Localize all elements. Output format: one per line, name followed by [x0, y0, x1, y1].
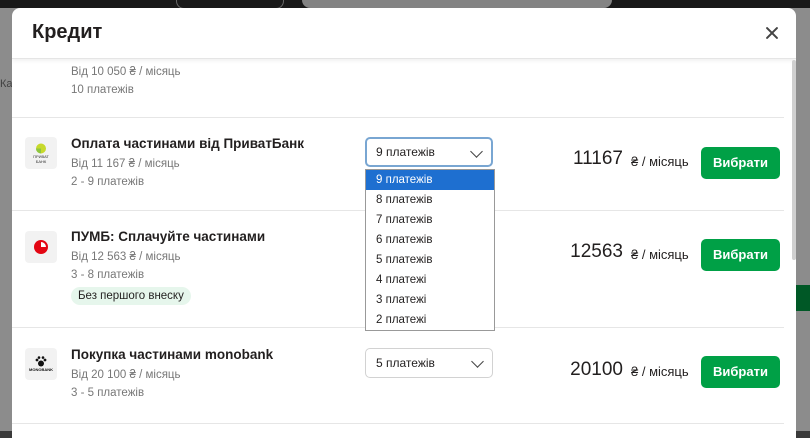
dropdown-option[interactable]: 5 платежів [366, 250, 494, 270]
modal-title: Кредит [32, 21, 103, 43]
offer-title: Покупка частинами monobank [71, 347, 274, 362]
offer-row: Від 10 050 ₴ / місяць 10 платежів [12, 59, 784, 118]
dropdown-option[interactable]: 6 платежів [366, 230, 494, 250]
offer-price-unit: ₴ / місяць [631, 154, 689, 169]
offer-title: Оплата частинами від ПриватБанк [71, 136, 305, 151]
offer-payments-range: 2 - 9 платежів [71, 176, 145, 188]
dropdown-option[interactable]: 3 платежі [366, 290, 494, 310]
payments-dropdown-list: 9 платежів 8 платежів 7 платежів 6 плате… [365, 169, 495, 331]
cat-paw-icon [35, 355, 47, 366]
privatbank-logo: ПРИВАТ БАНК [25, 137, 57, 169]
dropdown-option[interactable]: 9 платежів [366, 170, 494, 190]
offer-payments-range: 10 платежів [71, 84, 134, 96]
offer-title: ПУМБ: Сплачуйте частинами [71, 229, 266, 244]
offer-payments-range: 3 - 5 платежів [71, 387, 145, 399]
pumb-logo [25, 231, 57, 263]
chevron-down-icon [470, 145, 483, 158]
offer-from-text: Від 20 100 ₴ / місяць [71, 369, 181, 381]
payments-select[interactable]: 5 платежів [365, 348, 493, 378]
no-down-payment-badge: Без першого внеску [71, 287, 191, 305]
privatbank-logo-text: ПРИВАТ БАНК [33, 153, 49, 164]
monobank-logo-text: MONOBANK [29, 366, 53, 372]
offer-from-text: Від 10 050 ₴ / місяць [71, 66, 181, 78]
offer-price-unit: ₴ / місяць [631, 364, 689, 379]
payments-select-value: 5 платежів [376, 356, 435, 370]
credit-modal: Кредит Від 10 050 ₴ / місяць 10 платежів… [12, 8, 796, 438]
payments-select-value: 9 платежів [376, 145, 435, 159]
choose-button[interactable]: Вибрати [701, 147, 780, 179]
choose-button[interactable]: Вибрати [701, 239, 780, 271]
offer-row-monobank: MONOBANK Покупка частинами monobank Від … [12, 328, 784, 424]
chevron-down-icon [471, 355, 484, 368]
pumb-logo-icon [34, 240, 48, 254]
offer-price: 12563 [570, 241, 623, 262]
privatbank-logo-icon [36, 143, 46, 153]
offer-price: 11167 [572, 148, 623, 169]
dropdown-option[interactable]: 8 платежів [366, 190, 494, 210]
dropdown-option[interactable]: 7 платежів [366, 210, 494, 230]
offer-price-unit: ₴ / місяць [631, 247, 689, 262]
dropdown-option[interactable]: 2 платежі [366, 310, 494, 330]
offer-price: 20100 [570, 359, 623, 380]
offer-payments-range: 3 - 8 платежів [71, 269, 145, 281]
choose-button[interactable]: Вибрати [701, 356, 780, 388]
offer-from-text: Від 12 563 ₴ / місяць [71, 251, 181, 263]
dropdown-option[interactable]: 4 платежі [366, 270, 494, 290]
payments-select[interactable]: 9 платежів [365, 137, 493, 167]
modal-header: Кредит [12, 8, 796, 59]
offer-from-text: Від 11 167 ₴ / місяць [71, 158, 180, 170]
close-icon[interactable] [764, 25, 780, 41]
scrollbar[interactable] [792, 60, 796, 260]
monobank-logo: MONOBANK [25, 348, 57, 380]
